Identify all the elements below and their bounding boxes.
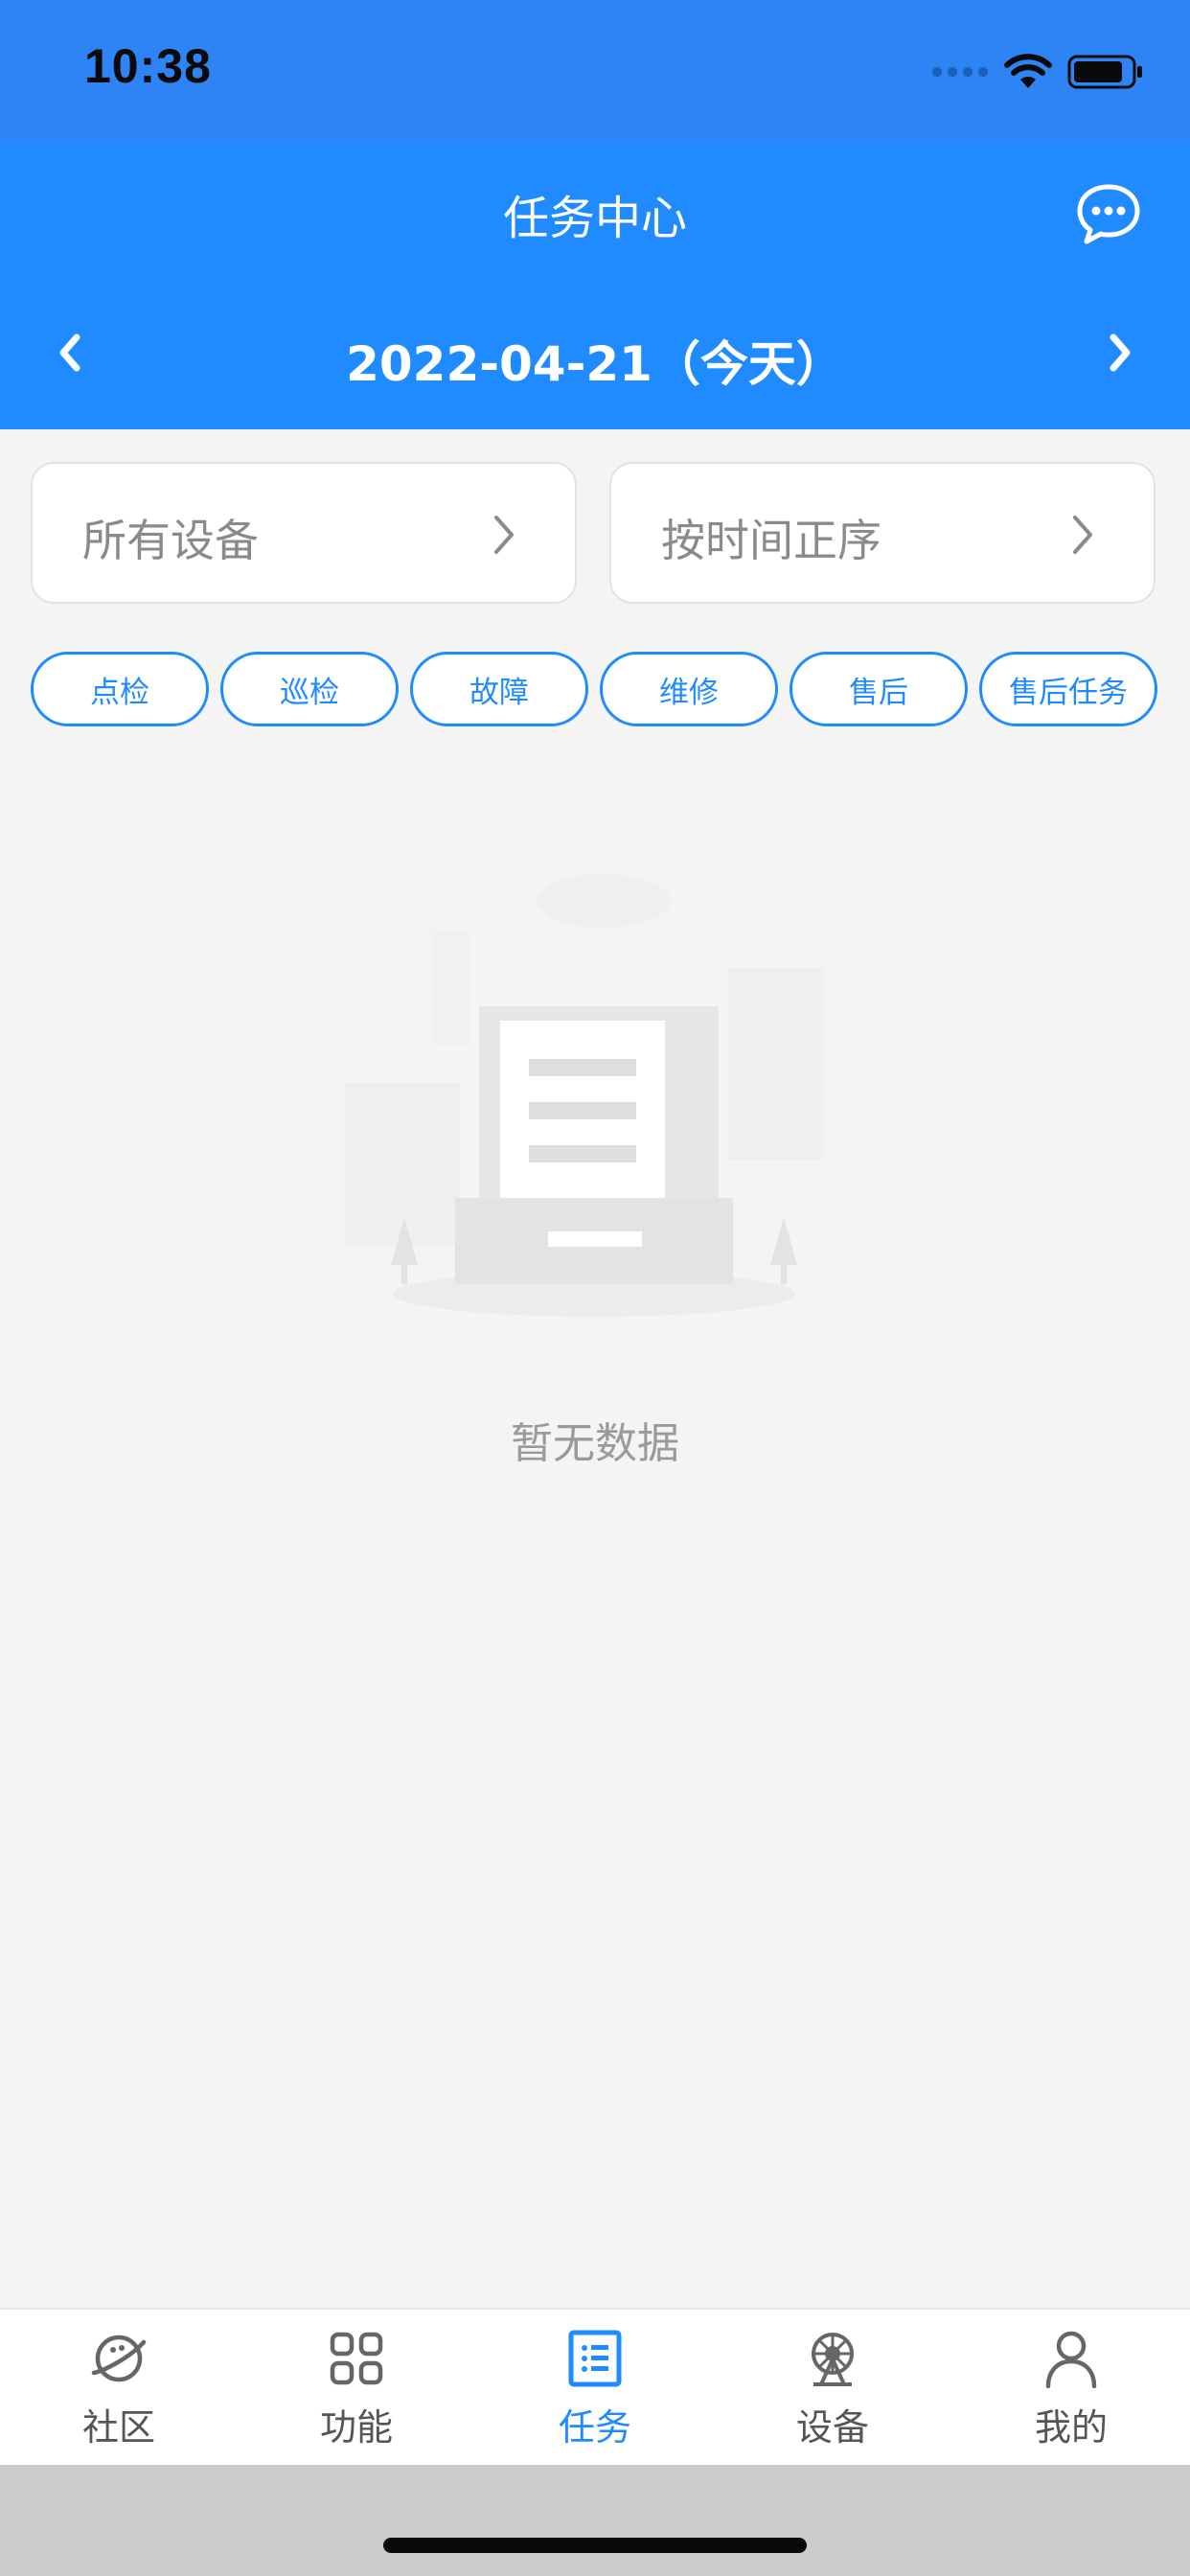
device-filter[interactable]: 所有设备 bbox=[31, 462, 577, 604]
status-icons bbox=[931, 48, 1144, 96]
status-bar: 10:38 bbox=[0, 0, 1190, 140]
empty-state-text: 暂无数据 bbox=[511, 1419, 679, 1468]
empty-document-icon bbox=[345, 874, 824, 1317]
task-type-chips: 点检 巡检 故障 维修 售后 售后任务 bbox=[31, 652, 1161, 726]
task-list-icon bbox=[568, 2330, 622, 2387]
chip-after-sales[interactable]: 售后 bbox=[790, 652, 968, 726]
chip-fault[interactable]: 故障 bbox=[410, 652, 588, 726]
person-icon bbox=[1045, 2331, 1097, 2388]
tab-label: 设备 bbox=[795, 2406, 869, 2449]
chip-patrol[interactable]: 巡检 bbox=[220, 652, 399, 726]
home-indicator[interactable] bbox=[383, 2538, 807, 2553]
tab-label: 功能 bbox=[319, 2406, 393, 2449]
chevron-right-icon bbox=[494, 516, 514, 554]
tab-label: 社区 bbox=[81, 2406, 155, 2449]
tab-features[interactable]: 功能 bbox=[238, 2310, 475, 2467]
chat-bubble-icon bbox=[1077, 184, 1140, 244]
planet-icon bbox=[91, 2334, 147, 2382]
tab-label: 我的 bbox=[1034, 2406, 1108, 2449]
home-indicator-area bbox=[0, 2465, 1190, 2576]
tab-label: 任务 bbox=[558, 2406, 631, 2449]
header: 任务中心 2022-04-21（今天） bbox=[0, 140, 1190, 429]
message-button[interactable] bbox=[1075, 182, 1142, 245]
status-time: 10:38 bbox=[84, 39, 212, 93]
chevron-right-icon bbox=[1110, 334, 1131, 372]
battery-icon bbox=[1067, 55, 1142, 89]
tab-devices[interactable]: 设备 bbox=[714, 2310, 951, 2467]
ferris-wheel-icon bbox=[812, 2333, 854, 2386]
tab-me[interactable]: 我的 bbox=[952, 2310, 1190, 2467]
current-date[interactable]: 2022-04-21（今天） bbox=[0, 326, 1190, 395]
tab-tasks[interactable]: 任务 bbox=[476, 2310, 714, 2467]
task-center-screen: 10:38 任务中心 2022-04-21（今天） 所有设备 按时间正序 点检 … bbox=[0, 0, 1190, 2576]
chip-repair[interactable]: 维修 bbox=[600, 652, 778, 726]
wifi-icon bbox=[1004, 54, 1052, 88]
sort-filter-label: 按时间正序 bbox=[661, 515, 881, 566]
chip-after-sales-task[interactable]: 售后任务 bbox=[979, 652, 1157, 726]
next-day-button[interactable] bbox=[1102, 324, 1140, 381]
sort-filter[interactable]: 按时间正序 bbox=[609, 462, 1156, 604]
chip-spot-check[interactable]: 点检 bbox=[31, 652, 209, 726]
chevron-right-icon bbox=[1073, 516, 1092, 554]
page-title: 任务中心 bbox=[502, 192, 687, 245]
signal-icon bbox=[932, 67, 988, 77]
tab-bar: 社区 功能 任务 设备 我的 bbox=[0, 2308, 1190, 2465]
grid-icon bbox=[330, 2332, 383, 2385]
tab-community[interactable]: 社区 bbox=[0, 2310, 238, 2467]
device-filter-label: 所有设备 bbox=[82, 515, 259, 566]
